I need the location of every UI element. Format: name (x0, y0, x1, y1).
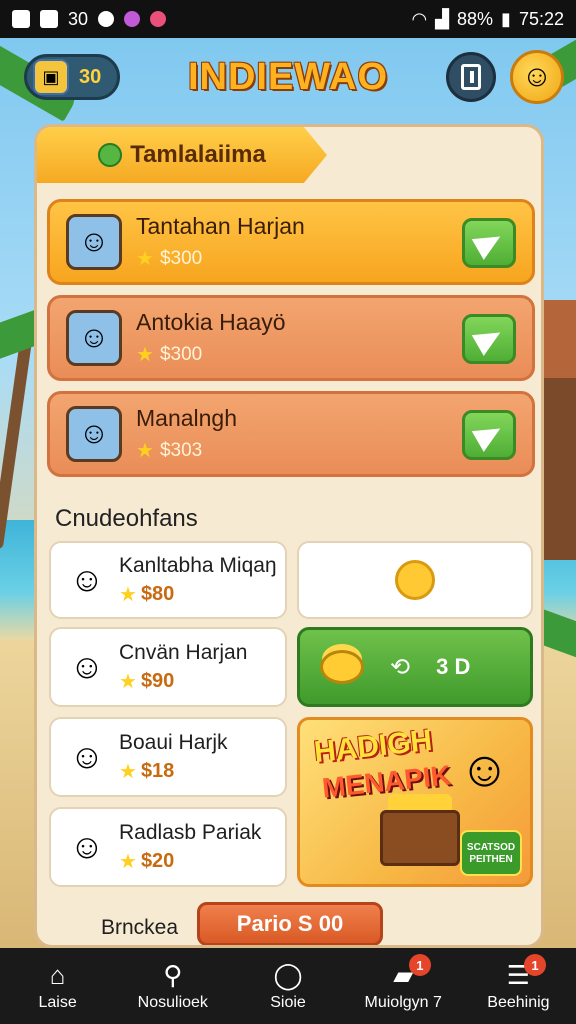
player-card[interactable]: ☺ Cnvän Harjan ★ $90 (49, 627, 287, 707)
notification-badge: 1 (524, 954, 547, 976)
avatar: ☺ (66, 310, 122, 366)
settings-card[interactable] (297, 541, 533, 619)
app-icon (150, 11, 167, 27)
send-button[interactable] (462, 314, 516, 364)
app-title: INDIEWAO (187, 56, 389, 98)
paper-plane-icon (471, 418, 507, 452)
card-price: $18 (140, 759, 175, 782)
tab-label: Tamlalaiima (130, 141, 266, 168)
home-icon: ⌂ (49, 959, 66, 990)
tab-bar: Tamlalaiima $90s Ays (37, 127, 541, 183)
featured-row[interactable]: ☺ Manalngh ★ $303 (47, 391, 535, 477)
card-name: Kanltabha Miqaŋ (119, 553, 277, 577)
swap-arrows-icon: ⟲ (390, 653, 411, 681)
battery-icon: ▮ (501, 8, 511, 29)
card-price: $90 (140, 669, 175, 692)
status-text: 30 (68, 8, 89, 29)
coin-icon (379, 143, 404, 167)
wallet-icon: ▣ (33, 59, 69, 95)
player-card[interactable]: ☺ Kanltabha Miqaŋ ★ $80 (49, 541, 287, 619)
main-panel: Tamlalaiima $90s Ays ☺ Tantahan Harjan ★… (34, 124, 544, 948)
tab-secondary[interactable]: $90s Ays (307, 127, 541, 183)
avatar: ☺ (66, 406, 122, 462)
app-icon (124, 11, 141, 27)
avatar: ☺ (69, 737, 105, 776)
card-name: Radlasb Pariak (119, 820, 262, 844)
card-name: Cnvän Harjan (119, 640, 248, 664)
coin-balance[interactable]: ▣ 30 (24, 54, 120, 100)
row-price: $300 (159, 247, 203, 269)
search-icon: ⚲ (163, 959, 183, 990)
clock: 75:22 (518, 8, 564, 29)
player-card[interactable]: ☺ Boaui Harjk ★ $18 (49, 717, 287, 797)
exchange-button[interactable]: ⟲ 3 D (297, 627, 533, 707)
send-button[interactable] (462, 218, 516, 268)
signal-icon: ▟ (435, 8, 450, 29)
notification-icon (12, 10, 30, 28)
bottom-navigation: ⌂ Laise ⚲ Nosulioek ◯ Sioie ▰ 1 Muiolgyn… (0, 948, 576, 1024)
paper-plane-icon (471, 322, 507, 356)
nav-item-list[interactable]: ☰ 1 Beehinig (461, 948, 576, 1024)
player-card[interactable]: ☺ Radlasb Pariak ★ $20 (49, 807, 287, 887)
nav-label: Nosulioek (137, 994, 208, 1011)
nav-item-center[interactable]: ◯ Sioie (230, 948, 345, 1024)
card-price: $20 (140, 849, 175, 872)
purchase-button[interactable]: Pario S 00 (197, 902, 383, 945)
palm-trunk-left (0, 330, 34, 550)
avatar: ☺ (66, 214, 122, 270)
featured-row[interactable]: ☺ Tantahan Harjan ★ $300 (47, 199, 535, 285)
book-icon (461, 64, 481, 90)
avatar: ☺ (69, 560, 105, 599)
tab-primary[interactable]: Tamlalaiima (37, 127, 327, 183)
nav-label: Laise (38, 994, 77, 1011)
app-icon (98, 11, 115, 27)
star-icon: ★ (119, 760, 137, 783)
section-title: Cnudeohfans (55, 505, 198, 532)
promo-badge: SCATSOD PEITHEN (460, 830, 522, 876)
tab-label: $90s Ays (411, 142, 505, 167)
star-icon: ★ (136, 344, 154, 366)
coin-count: 30 (79, 65, 102, 88)
star-icon: ★ (119, 850, 137, 873)
row-name: Tantahan Harjan (136, 213, 305, 239)
notification-badge: 1 (408, 954, 431, 976)
gear-icon (395, 560, 435, 600)
card-price: $80 (140, 582, 175, 605)
profile-avatar[interactable]: ☺ (510, 50, 564, 104)
paper-plane-icon (471, 226, 507, 260)
coin-stack-icon (320, 650, 364, 684)
clover-icon (98, 143, 123, 167)
notification-icon (40, 10, 58, 28)
row-name: Manalngh (136, 405, 238, 431)
avatar: ☺ (69, 827, 105, 866)
menu-button[interactable] (446, 52, 496, 102)
card-name: Brnckea (101, 916, 179, 939)
nav-label: Muiolgyn 7 (364, 994, 442, 1011)
nav-label: Sioie (270, 994, 306, 1011)
character-icon: ☺ (458, 741, 510, 797)
treasure-chest-icon (380, 810, 460, 866)
wifi-icon: ◠ (411, 8, 428, 29)
star-icon: ★ (136, 248, 154, 270)
row-name: Antokia Haayö (136, 309, 286, 335)
star-icon: ★ (119, 583, 137, 606)
battery-level: 88% (457, 8, 494, 29)
row-price: $300 (159, 343, 203, 365)
featured-row[interactable]: ☺ Antokia Haayö ★ $300 (47, 295, 535, 381)
promo-banner[interactable]: HADIGH MENAPIK ☺ SCATSOD PEITHEN (297, 717, 533, 887)
circle-icon: ◯ (273, 959, 303, 990)
send-button[interactable] (462, 410, 516, 460)
card-name: Boaui Harjk (119, 730, 228, 754)
status-bar: 30 ◠ ▟ 88% ▮ 75:22 (0, 0, 576, 38)
nav-item-home[interactable]: ⌂ Laise (0, 948, 115, 1024)
exchange-label: 3 D (436, 654, 471, 679)
nav-item-messages[interactable]: ▰ 1 Muiolgyn 7 (346, 948, 461, 1024)
nav-item-search[interactable]: ⚲ Nosulioek (115, 948, 230, 1024)
star-icon: ★ (119, 670, 137, 693)
star-icon: ★ (136, 440, 154, 462)
row-price: $303 (159, 439, 203, 461)
avatar: ☺ (69, 647, 105, 686)
nav-label: Beehinig (487, 994, 550, 1011)
